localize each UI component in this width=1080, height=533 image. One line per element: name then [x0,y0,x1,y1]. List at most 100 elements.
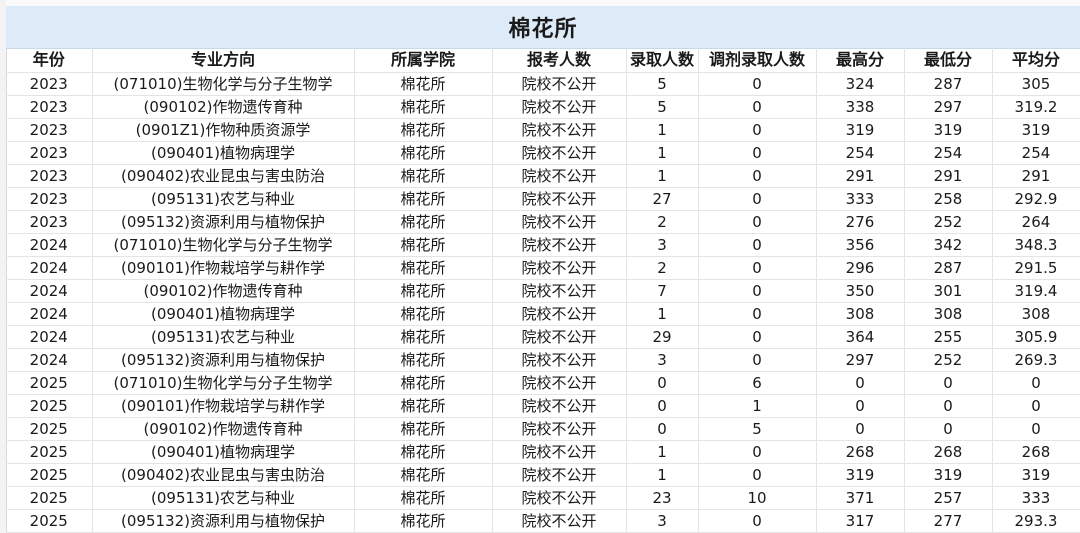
cell-admitted[interactable]: 1 [626,164,699,188]
cell-year[interactable]: 2023 [6,95,93,119]
cell-admitted[interactable]: 1 [626,440,699,464]
cell-college[interactable]: 棉花所 [354,256,493,280]
cell-adjusted-admitted[interactable]: 0 [698,233,817,257]
cell-adjusted-admitted[interactable]: 0 [698,72,817,96]
cell-applicants[interactable]: 院校不公开 [492,463,627,487]
cell-admitted[interactable]: 1 [626,463,699,487]
cell-college[interactable]: 棉花所 [354,486,493,510]
cell-min-score[interactable]: 252 [904,210,993,234]
cell-avg-score[interactable]: 305.9 [992,325,1080,349]
cell-admitted[interactable]: 1 [626,118,699,142]
cell-college[interactable]: 棉花所 [354,187,493,211]
cell-year[interactable]: 2023 [6,118,93,142]
cell-year[interactable]: 2025 [6,394,93,418]
cell-adjusted-admitted[interactable]: 0 [698,210,817,234]
cell-avg-score[interactable]: 0 [992,371,1080,395]
cell-year[interactable]: 2024 [6,279,93,303]
cell-year[interactable]: 2025 [6,509,93,533]
cell-max-score[interactable]: 319 [816,118,905,142]
header-admitted[interactable]: 录取人数 [626,48,699,73]
header-applicants[interactable]: 报考人数 [492,48,627,73]
cell-college[interactable]: 棉花所 [354,164,493,188]
cell-avg-score[interactable]: 348.3 [992,233,1080,257]
cell-college[interactable]: 棉花所 [354,371,493,395]
cell-year[interactable]: 2024 [6,325,93,349]
header-college[interactable]: 所属学院 [354,48,493,73]
cell-year[interactable]: 2025 [6,486,93,510]
cell-applicants[interactable]: 院校不公开 [492,417,627,441]
cell-avg-score[interactable]: 333 [992,486,1080,510]
cell-year[interactable]: 2024 [6,302,93,326]
cell-adjusted-admitted[interactable]: 10 [698,486,817,510]
cell-avg-score[interactable]: 264 [992,210,1080,234]
cell-adjusted-admitted[interactable]: 0 [698,279,817,303]
cell-major[interactable]: (090102)作物遗传育种 [92,417,355,441]
cell-adjusted-admitted[interactable]: 0 [698,187,817,211]
cell-major[interactable]: (071010)生物化学与分子生物学 [92,72,355,96]
cell-applicants[interactable]: 院校不公开 [492,371,627,395]
cell-adjusted-admitted[interactable]: 6 [698,371,817,395]
cell-college[interactable]: 棉花所 [354,233,493,257]
cell-min-score[interactable]: 319 [904,118,993,142]
cell-college[interactable]: 棉花所 [354,210,493,234]
cell-admitted[interactable]: 27 [626,187,699,211]
cell-applicants[interactable]: 院校不公开 [492,256,627,280]
cell-year[interactable]: 2024 [6,233,93,257]
cell-max-score[interactable]: 0 [816,371,905,395]
cell-admitted[interactable]: 5 [626,72,699,96]
cell-year[interactable]: 2023 [6,72,93,96]
header-major[interactable]: 专业方向 [92,48,355,73]
cell-major[interactable]: (095132)资源利用与植物保护 [92,348,355,372]
cell-applicants[interactable]: 院校不公开 [492,440,627,464]
cell-major[interactable]: (095132)资源利用与植物保护 [92,210,355,234]
header-min-score[interactable]: 最低分 [904,48,993,73]
cell-major[interactable]: (095131)农艺与种业 [92,187,355,211]
cell-min-score[interactable]: 287 [904,72,993,96]
cell-college[interactable]: 棉花所 [354,417,493,441]
cell-max-score[interactable]: 268 [816,440,905,464]
cell-max-score[interactable]: 356 [816,233,905,257]
cell-min-score[interactable]: 252 [904,348,993,372]
cell-applicants[interactable]: 院校不公开 [492,210,627,234]
cell-college[interactable]: 棉花所 [354,302,493,326]
cell-applicants[interactable]: 院校不公开 [492,509,627,533]
cell-applicants[interactable]: 院校不公开 [492,394,627,418]
cell-admitted[interactable]: 5 [626,95,699,119]
cell-admitted[interactable]: 0 [626,371,699,395]
cell-max-score[interactable]: 319 [816,463,905,487]
cell-max-score[interactable]: 296 [816,256,905,280]
cell-college[interactable]: 棉花所 [354,440,493,464]
cell-adjusted-admitted[interactable]: 0 [698,95,817,119]
cell-adjusted-admitted[interactable]: 0 [698,348,817,372]
cell-admitted[interactable]: 1 [626,302,699,326]
cell-max-score[interactable]: 371 [816,486,905,510]
cell-max-score[interactable]: 0 [816,417,905,441]
cell-major[interactable]: (090401)植物病理学 [92,302,355,326]
cell-avg-score[interactable]: 319.4 [992,279,1080,303]
cell-applicants[interactable]: 院校不公开 [492,279,627,303]
cell-applicants[interactable]: 院校不公开 [492,141,627,165]
cell-year[interactable]: 2023 [6,187,93,211]
header-avg-score[interactable]: 平均分 [992,48,1080,73]
cell-min-score[interactable]: 0 [904,417,993,441]
cell-adjusted-admitted[interactable]: 0 [698,141,817,165]
cell-min-score[interactable]: 308 [904,302,993,326]
cell-applicants[interactable]: 院校不公开 [492,325,627,349]
cell-college[interactable]: 棉花所 [354,118,493,142]
cell-major[interactable]: (090101)作物栽培学与耕作学 [92,394,355,418]
cell-max-score[interactable]: 324 [816,72,905,96]
cell-avg-score[interactable]: 293.3 [992,509,1080,533]
cell-avg-score[interactable]: 291.5 [992,256,1080,280]
cell-major[interactable]: (095131)农艺与种业 [92,486,355,510]
cell-college[interactable]: 棉花所 [354,463,493,487]
cell-adjusted-admitted[interactable]: 5 [698,417,817,441]
cell-max-score[interactable]: 364 [816,325,905,349]
cell-year[interactable]: 2025 [6,440,93,464]
cell-avg-score[interactable]: 254 [992,141,1080,165]
cell-adjusted-admitted[interactable]: 1 [698,394,817,418]
cell-avg-score[interactable]: 305 [992,72,1080,96]
cell-avg-score[interactable]: 269.3 [992,348,1080,372]
cell-applicants[interactable]: 院校不公开 [492,187,627,211]
cell-year[interactable]: 2025 [6,371,93,395]
cell-year[interactable]: 2025 [6,463,93,487]
